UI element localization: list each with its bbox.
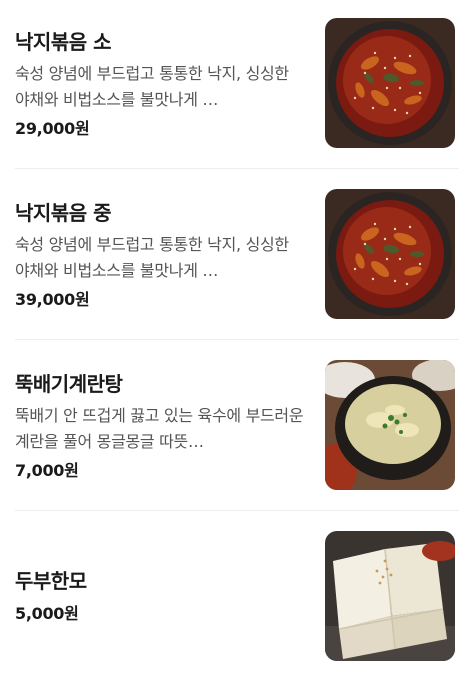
menu-item-name: 뚝배기계란탕 — [15, 372, 123, 396]
menu-item-name: 낙지볶음 중 — [15, 201, 111, 225]
menu-item-price: 29,000원 — [15, 119, 90, 138]
menu-item-description: 뚝배기 안 뜨겁게 끓고 있는 육수에 부드러운 계란을 풀어 몽글몽글 따뜻… — [15, 406, 304, 451]
menu-item-text: 낙지볶음 소 숙성 양념에 부드럽고 통통한 낙지, 싱싱한 야채와 비법소스를… — [15, 26, 305, 139]
octopus-stir-fry-image — [325, 189, 455, 319]
menu-item-name: 낙지볶음 소 — [15, 30, 111, 54]
menu-item-photo[interactable] — [325, 189, 455, 319]
menu-item-price: 39,000원 — [15, 290, 90, 309]
menu-item[interactable]: 뚝배기계란탕 뚝배기 안 뜨겁게 끓고 있는 육수에 부드러운 계란을 풀어 몽… — [0, 340, 459, 510]
egg-soup-image — [325, 360, 455, 490]
menu-item-name: 두부한모 — [15, 569, 87, 593]
menu-item-photo[interactable] — [325, 360, 455, 490]
menu-item-text: 낙지볶음 중 숙성 양념에 부드럽고 통통한 낙지, 싱싱한 야채와 비법소스를… — [15, 197, 305, 310]
menu-list: 낙지볶음 소 숙성 양념에 부드럽고 통통한 낙지, 싱싱한 야채와 비법소스를… — [0, 0, 459, 678]
menu-item-photo[interactable] — [325, 18, 455, 148]
menu-item-description: 숙성 양념에 부드럽고 통통한 낙지, 싱싱한 야채와 비법소스를 불맛나게 … — [15, 235, 289, 280]
octopus-stir-fry-image — [325, 18, 455, 148]
menu-item-photo[interactable] — [325, 531, 455, 661]
menu-item-price: 5,000원 — [15, 604, 79, 623]
menu-item[interactable]: 두부한모 5,000원 — [0, 511, 459, 678]
menu-item[interactable]: 낙지볶음 중 숙성 양념에 부드럽고 통통한 낙지, 싱싱한 야채와 비법소스를… — [0, 169, 459, 339]
menu-item[interactable]: 낙지볶음 소 숙성 양념에 부드럽고 통통한 낙지, 싱싱한 야채와 비법소스를… — [0, 0, 459, 168]
tofu-image — [325, 531, 455, 661]
menu-item-text: 뚝배기계란탕 뚝배기 안 뜨겁게 끓고 있는 육수에 부드러운 계란을 풀어 몽… — [15, 368, 305, 481]
menu-item-price: 7,000원 — [15, 461, 79, 480]
menu-item-text: 두부한모 5,000원 — [15, 565, 305, 624]
menu-item-description: 숙성 양념에 부드럽고 통통한 낙지, 싱싱한 야채와 비법소스를 불맛나게 … — [15, 64, 289, 109]
